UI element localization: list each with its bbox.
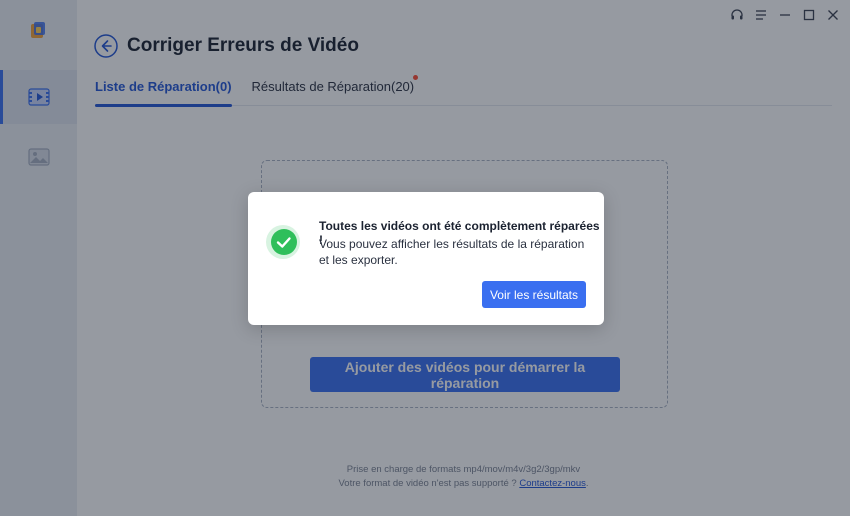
repair-complete-dialog: Toutes les vidéos ont été complètement r… xyxy=(248,192,604,325)
dialog-message: Vous pouvez afficher les résultats de la… xyxy=(319,237,585,267)
view-results-button[interactable]: Voir les résultats xyxy=(482,281,586,308)
success-check-icon xyxy=(266,225,300,259)
